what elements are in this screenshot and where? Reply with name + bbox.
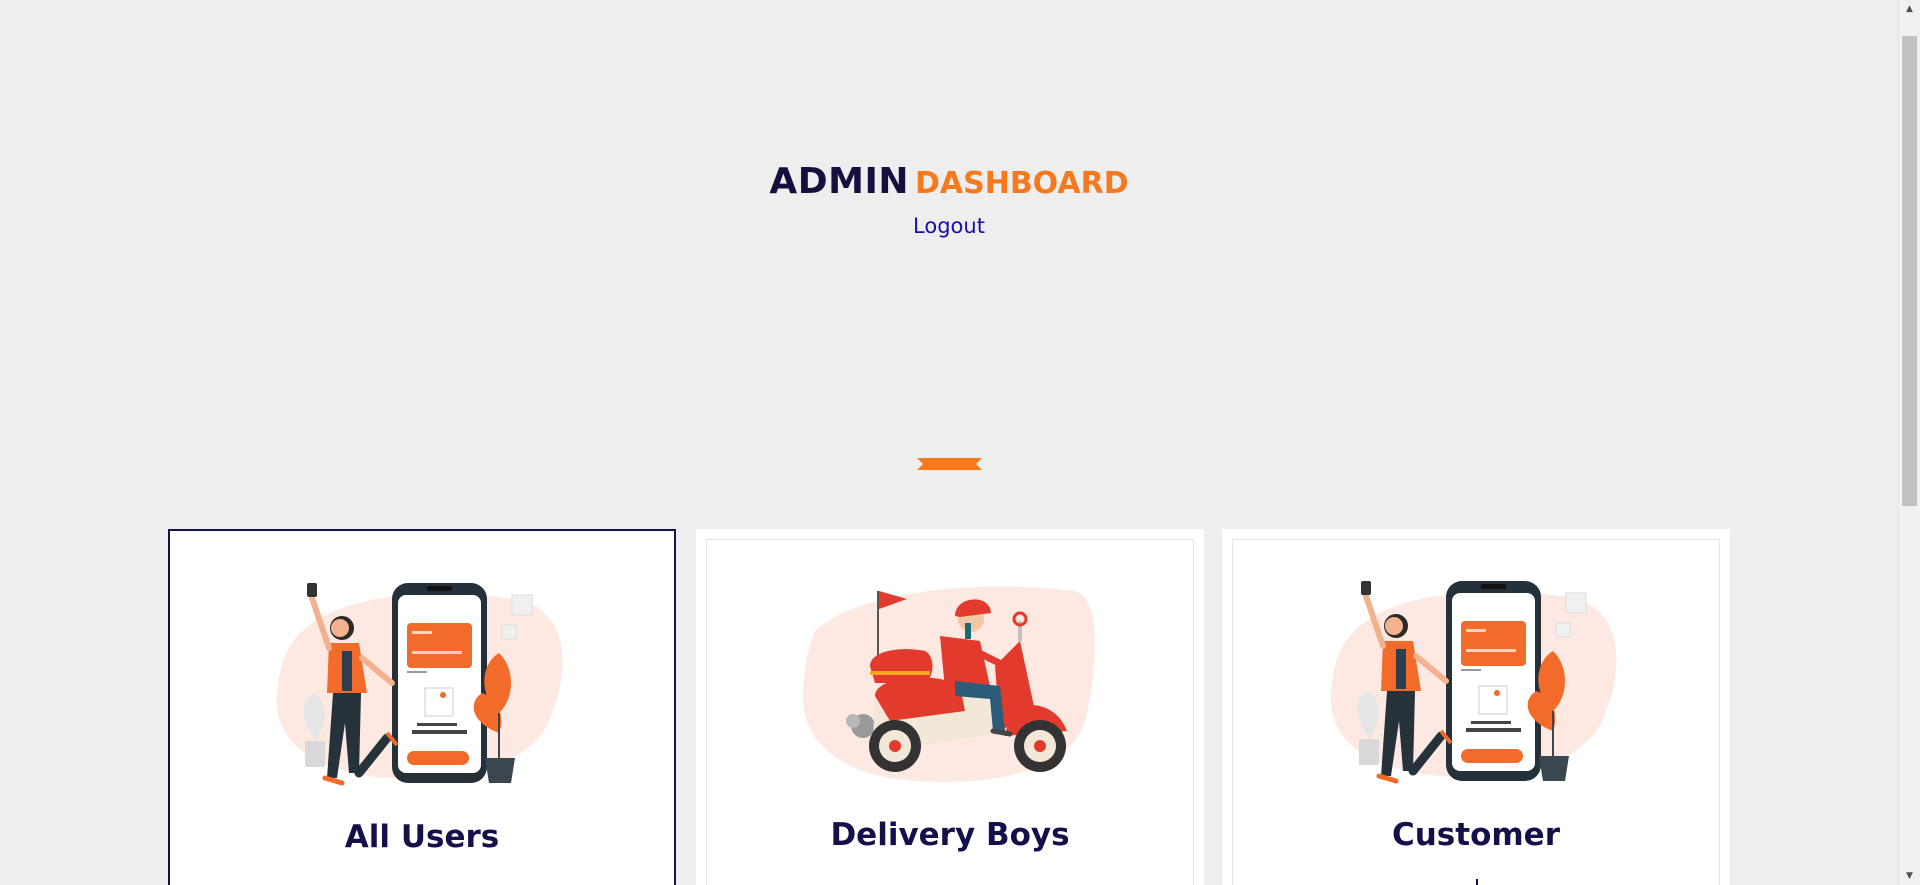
card-label-delivery-boys: Delivery Boys <box>830 817 1070 853</box>
woman-phone-payment-illustration <box>1330 581 1617 784</box>
vertical-scrollbar[interactable]: ▲ ▼ <box>1898 0 1920 885</box>
woman-phone-payment-illustration <box>276 583 563 786</box>
title-admin: ADMIN <box>769 161 909 202</box>
card-label-all-users: All Users <box>344 819 500 855</box>
logout-link[interactable]: Logout <box>913 214 985 238</box>
dashboard-cards: All Users Delivery Boys Customer <box>168 529 1730 885</box>
triangle-down-icon[interactable]: ▼ <box>1899 867 1920 885</box>
page-title: ADMIN DASHBOARD <box>0 158 1898 208</box>
card-all-users[interactable]: All Users <box>168 529 676 885</box>
card-sub-mark <box>1476 879 1478 885</box>
card-customer[interactable]: Customer <box>1222 529 1730 885</box>
delivery-scooter-illustration <box>802 586 1095 782</box>
triangle-up-icon[interactable]: ▲ <box>1899 0 1920 18</box>
title-dashboard: DASHBOARD <box>914 166 1129 201</box>
card-label-customer: Customer <box>1391 817 1560 853</box>
card-delivery-boys[interactable]: Delivery Boys <box>696 529 1204 885</box>
scrollbar-thumb[interactable] <box>1902 36 1917 506</box>
admin-dashboard-page: ADMIN DASHBOARD Logout All Users Deliver… <box>0 0 1920 885</box>
ribbon-divider-icon <box>917 458 982 470</box>
dashboard-header: ADMIN DASHBOARD Logout <box>0 158 1898 238</box>
